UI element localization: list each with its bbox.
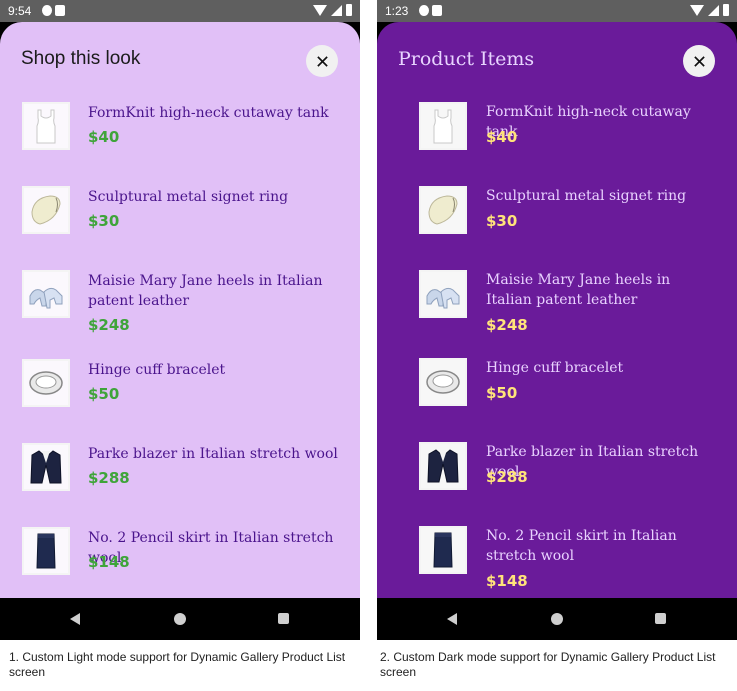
product-price: $30 xyxy=(486,212,518,230)
product-thumbnail xyxy=(419,102,467,150)
navigation-bar xyxy=(377,598,737,640)
wifi-icon xyxy=(690,4,704,16)
product-price: $30 xyxy=(88,212,120,230)
notification-icon xyxy=(42,5,52,16)
close-button[interactable] xyxy=(683,45,715,77)
product-price: $50 xyxy=(88,385,120,403)
home-icon[interactable] xyxy=(174,613,186,625)
sd-card-icon xyxy=(432,5,442,16)
product-name: Maisie Mary Jane heels in Italian patent… xyxy=(88,273,323,309)
product-thumbnail xyxy=(419,186,467,234)
product-price: $40 xyxy=(486,128,518,146)
product-price: $148 xyxy=(486,572,528,590)
product-name: Hinge cuff bracelet xyxy=(88,362,226,378)
product-price: $148 xyxy=(88,553,130,571)
signal-icon xyxy=(331,4,342,16)
product-thumbnail xyxy=(22,527,70,575)
heels-icon xyxy=(426,287,460,309)
sheet-title: Product Items xyxy=(398,48,535,70)
product-name: Sculptural metal signet ring xyxy=(88,189,289,205)
back-icon[interactable] xyxy=(447,613,457,625)
recents-icon[interactable] xyxy=(278,613,289,624)
skirt-icon xyxy=(433,532,453,568)
battery-icon xyxy=(346,4,352,16)
blazer-icon xyxy=(427,449,459,483)
ring-icon xyxy=(428,195,458,225)
recents-icon[interactable] xyxy=(655,613,666,624)
sheet-title: Shop this look xyxy=(21,48,141,69)
product-name: No. 2 Pencil skirt in Italian stretch wo… xyxy=(486,528,677,564)
system-icons xyxy=(313,4,352,16)
close-icon xyxy=(316,55,328,67)
product-list-sheet: Product Items FormKnit high-neck cutaway… xyxy=(377,22,737,598)
ring-icon xyxy=(31,195,61,225)
status-time: 9:54 xyxy=(8,4,32,18)
status-time: 1:23 xyxy=(385,4,409,18)
product-list-sheet: Shop this look FormKnit high-neck cutawa… xyxy=(0,22,360,598)
product-thumbnail xyxy=(419,358,467,406)
skirt-icon xyxy=(36,533,56,569)
product-thumbnail xyxy=(22,270,70,318)
product-price: $288 xyxy=(486,468,528,486)
product-thumbnail xyxy=(419,270,467,318)
home-icon[interactable] xyxy=(551,613,563,625)
product-price: $50 xyxy=(486,384,518,402)
notification-icons xyxy=(419,5,442,16)
product-price: $40 xyxy=(88,128,120,146)
system-icons xyxy=(690,4,729,16)
product-thumbnail xyxy=(22,443,70,491)
dark-mode-screen: 1:23 Product Items FormKnit high-neck cu… xyxy=(377,0,737,640)
product-thumbnail xyxy=(22,186,70,234)
product-price: $248 xyxy=(88,316,130,334)
blazer-icon xyxy=(30,450,62,484)
product-thumbnail xyxy=(22,102,70,150)
dark-mode-caption: 2. Custom Dark mode support for Dynamic … xyxy=(380,650,716,679)
product-thumbnail xyxy=(22,359,70,407)
battery-icon xyxy=(723,4,729,16)
navigation-bar xyxy=(0,598,360,640)
product-name: FormKnit high-neck cutaway tank xyxy=(88,105,329,121)
close-button[interactable] xyxy=(306,45,338,77)
product-name: Sculptural metal signet ring xyxy=(486,188,687,204)
bracelet-icon xyxy=(29,371,63,395)
product-thumbnail xyxy=(419,442,467,490)
notification-icons xyxy=(42,5,65,16)
back-icon[interactable] xyxy=(70,613,80,625)
close-icon xyxy=(693,55,705,67)
product-price: $288 xyxy=(88,469,130,487)
wifi-icon xyxy=(313,4,327,16)
tank-top-icon xyxy=(36,109,56,144)
product-name: Hinge cuff bracelet xyxy=(486,360,624,376)
product-name: Maisie Mary Jane heels in Italian patent… xyxy=(486,272,671,308)
heels-icon xyxy=(29,287,63,309)
product-thumbnail xyxy=(419,526,467,574)
tank-top-icon xyxy=(433,109,453,144)
signal-icon xyxy=(708,4,719,16)
product-name: Parke blazer in Italian stretch wool xyxy=(88,446,338,462)
status-bar: 9:54 xyxy=(0,0,360,22)
product-price: $248 xyxy=(486,316,528,334)
sd-card-icon xyxy=(55,5,65,16)
light-mode-screen: 9:54 Shop this look FormKnit high-neck c… xyxy=(0,0,360,640)
status-bar: 1:23 xyxy=(377,0,737,22)
light-mode-caption: 1. Custom Light mode support for Dynamic… xyxy=(9,650,346,679)
bracelet-icon xyxy=(426,370,460,394)
notification-icon xyxy=(419,5,429,16)
product-name: FormKnit high-neck cutaway tank xyxy=(486,104,691,140)
